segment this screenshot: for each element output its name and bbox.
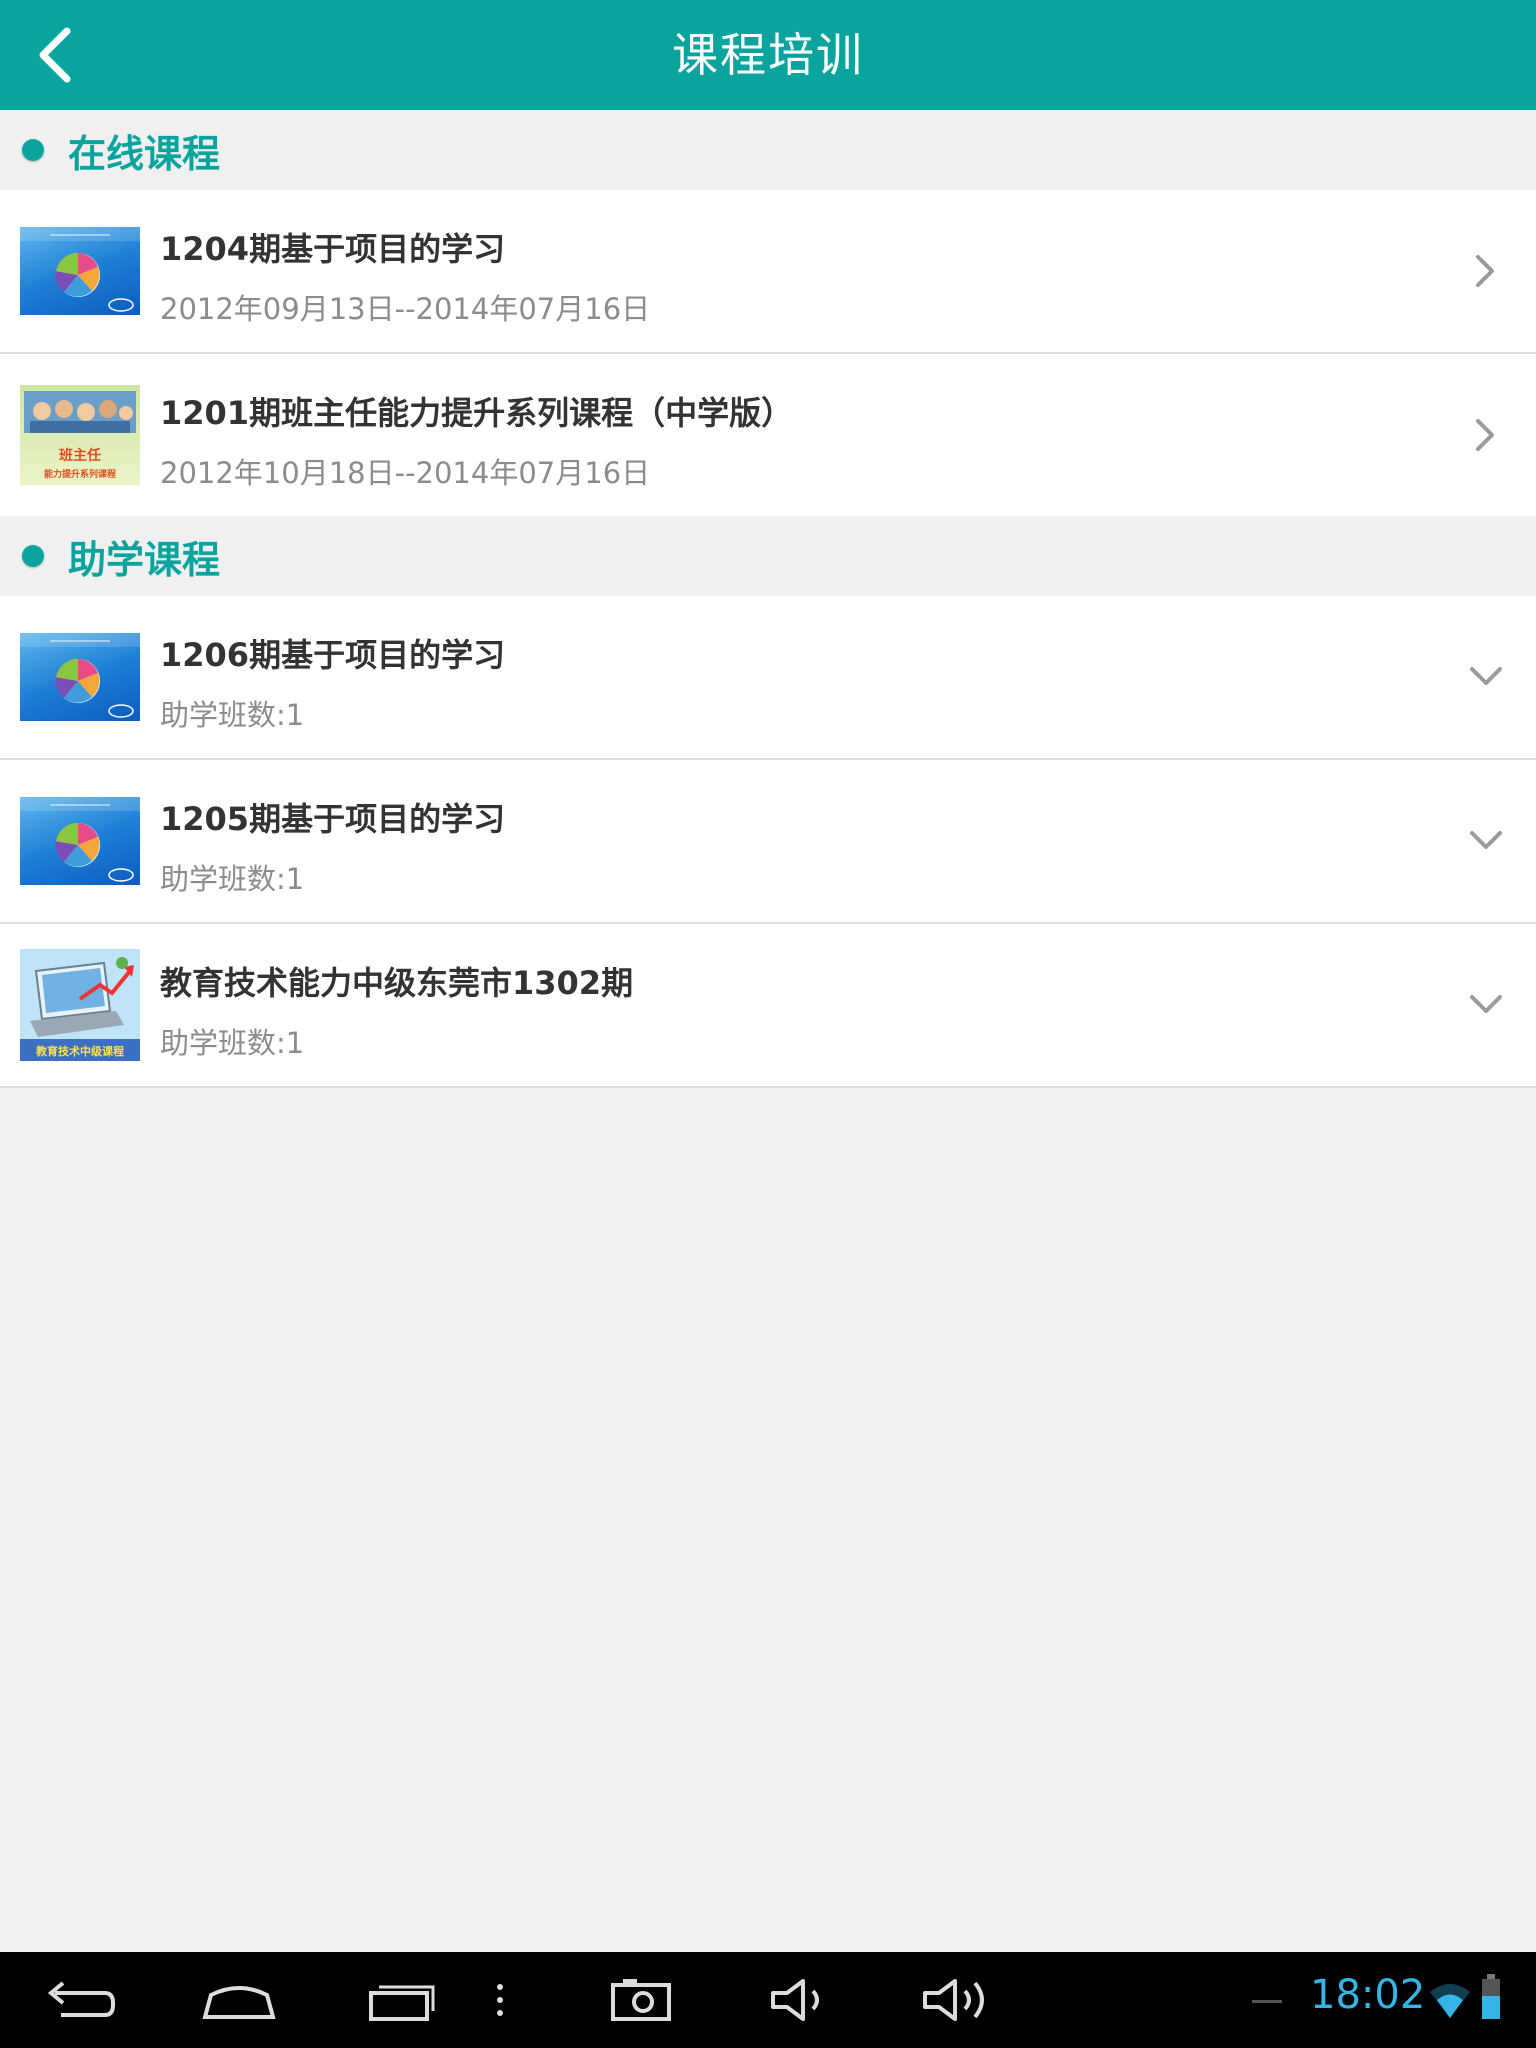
nav-back-button[interactable] [36, 1970, 122, 2030]
list-item[interactable]: 班主任 能力提升系列课程 1201期班主任能力提升系列课程（中学版） 2012年… [0, 354, 1536, 518]
course-date-range: 2012年10月18日--2014年07月16日 [160, 456, 651, 490]
nav-volume-up-button[interactable] [914, 1970, 1000, 2030]
course-title: 教育技术能力中级东莞市1302期 [160, 964, 634, 1002]
assist-course-list: 1206期基于项目的学习 助学班数:1 1205期基于项目的学习 助学班数:1 [0, 596, 1536, 1088]
course-title: 1205期基于项目的学习 [160, 800, 506, 838]
list-item[interactable]: 1204期基于项目的学习 2012年09月13日--2014年07月16日 [0, 190, 1536, 354]
nav-screenshot-button[interactable] [598, 1970, 684, 2030]
chevron-down-icon[interactable] [1460, 651, 1512, 703]
course-title: 1206期基于项目的学习 [160, 636, 506, 674]
intel-course-thumbnail [20, 633, 140, 721]
section-label: 在线课程 [68, 131, 221, 176]
volume-down-icon [771, 1979, 819, 2021]
screenshot-icon [611, 1979, 671, 2021]
section-dot-icon [22, 139, 44, 161]
section-dot-icon [22, 545, 44, 567]
thumb-text: 能力提升系列课程 [44, 468, 116, 480]
home-icon [202, 1986, 276, 2019]
chevron-down-icon[interactable] [1460, 815, 1512, 867]
volume-up-icon [923, 1979, 984, 2021]
section-header-online: 在线课程 [0, 110, 1536, 190]
list-item[interactable]: 1206期基于项目的学习 助学班数:1 [0, 596, 1536, 760]
thumb-text: 教育技术中级课程 [35, 1044, 124, 1058]
chevron-right-icon [1476, 419, 1494, 451]
course-date-range: 2012年09月13日--2014年07月16日 [160, 292, 651, 326]
section-header-assist: 助学课程 [0, 516, 1536, 596]
system-navigation-bar: 18:02 [0, 1952, 1536, 2048]
course-title: 1201期班主任能力提升系列课程（中学版） [160, 394, 794, 432]
list-item[interactable]: 1205期基于项目的学习 助学班数:1 [0, 760, 1536, 924]
notification-divider [1252, 2000, 1282, 2003]
wifi-icon [1430, 1984, 1470, 2018]
list-item[interactable]: 教育技术中级课程 教育技术能力中级东莞市1302期 助学班数:1 [0, 924, 1536, 1088]
recent-apps-icon [369, 1985, 435, 2021]
thumb-text: 班主任 [59, 447, 101, 464]
class-teacher-course-thumbnail: 班主任 能力提升系列课程 [20, 385, 140, 485]
battery-icon [1482, 1974, 1500, 2019]
nav-menu-button[interactable] [478, 1970, 522, 2030]
back-icon [47, 1981, 115, 2017]
intel-course-thumbnail [20, 797, 140, 885]
page-title: 课程培训 [672, 28, 864, 82]
app-header: 课程培训 [0, 0, 1536, 110]
chevron-down-icon[interactable] [1460, 979, 1512, 1031]
assist-class-count: 助学班数:1 [160, 862, 305, 896]
nav-volume-down-button[interactable] [756, 1970, 842, 2030]
online-course-list: 1204期基于项目的学习 2012年09月13日--2014年07月16日 班主… [0, 190, 1536, 518]
nav-recent-button[interactable] [358, 1970, 444, 2030]
course-title: 1204期基于项目的学习 [160, 230, 506, 268]
chevron-right-icon [1476, 255, 1494, 287]
menu-icon [497, 1984, 503, 2016]
assist-class-count: 助学班数:1 [160, 1026, 305, 1060]
intel-course-thumbnail [20, 227, 140, 315]
edu-tech-course-thumbnail: 教育技术中级课程 [20, 949, 140, 1061]
nav-home-button[interactable] [196, 1970, 282, 2030]
status-clock: 18:02 [1310, 1972, 1426, 2018]
assist-class-count: 助学班数:1 [160, 698, 305, 732]
section-label: 助学课程 [68, 537, 221, 582]
